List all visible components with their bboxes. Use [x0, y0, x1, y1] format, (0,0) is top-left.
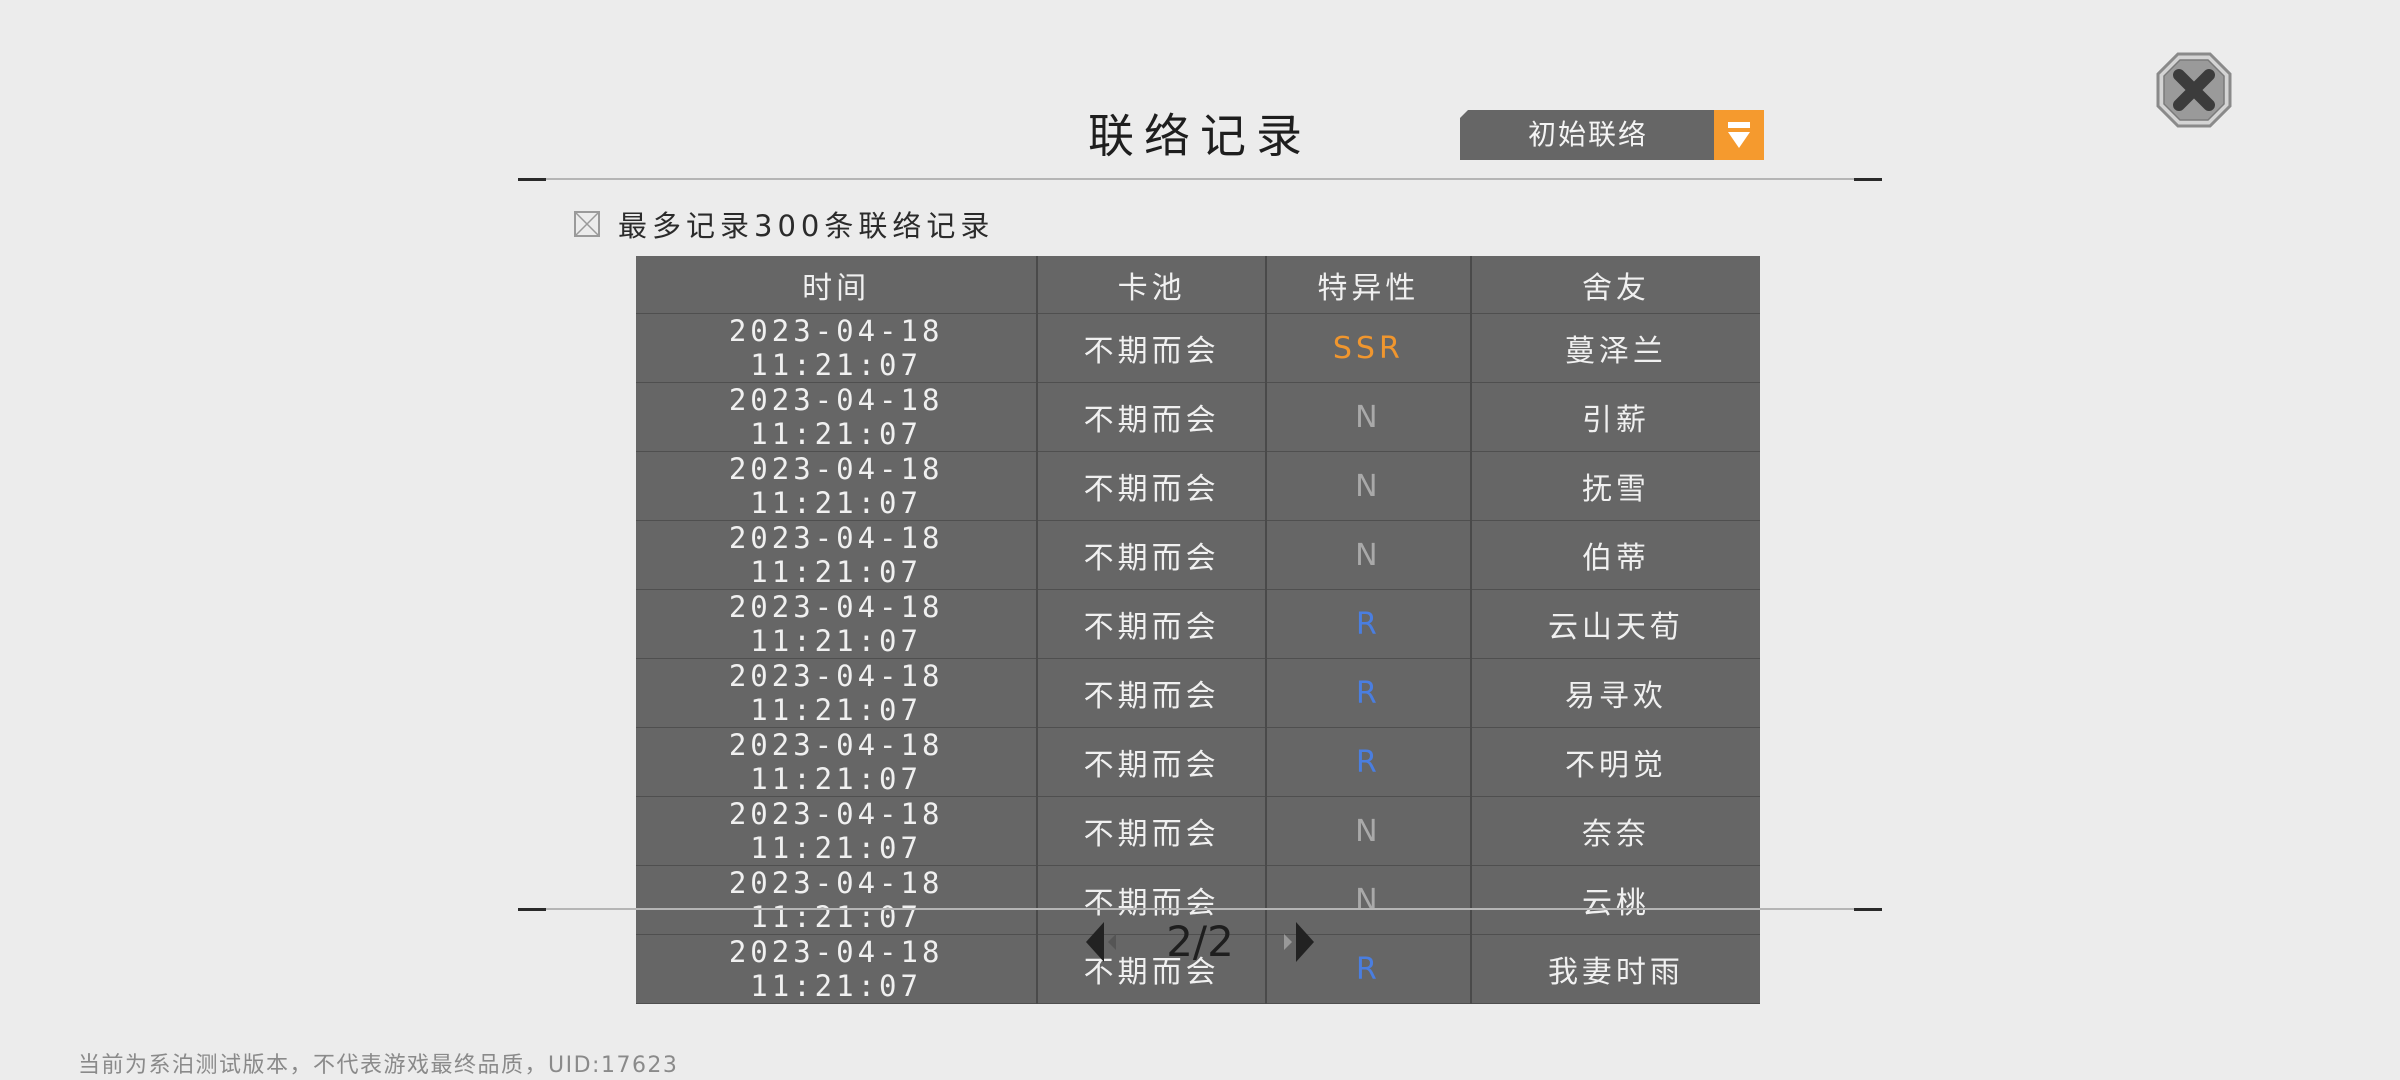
time-cell: 2023-04-18 11:21:07 — [636, 658, 1039, 728]
next-page-icon — [1284, 922, 1314, 962]
roommate-cell: 引薪 — [1470, 382, 1760, 452]
pool-cell: 不期而会 — [1037, 313, 1267, 383]
rarity-cell: R — [1265, 658, 1472, 728]
roommate-cell: 伯蒂 — [1470, 520, 1760, 590]
table-row: 2023-04-18 11:21:07 不期而会 R 不明觉 — [636, 727, 1760, 797]
table-row: 2023-04-18 11:21:07 不期而会 N 抚雪 — [636, 451, 1760, 521]
record-limit-text: 最多记录300条联络记录 — [618, 209, 995, 243]
time-cell: 2023-04-18 11:21:07 — [636, 313, 1039, 383]
top-divider — [518, 178, 1882, 181]
record-limit-note[interactable]: 最多记录300条联络记录 — [574, 204, 994, 244]
chevron-down-icon — [1728, 122, 1750, 148]
time-cell: 2023-04-18 11:21:07 — [636, 589, 1039, 659]
pool-cell: 不期而会 — [1037, 382, 1267, 452]
pool-cell: 不期而会 — [1037, 727, 1267, 797]
bottom-divider — [518, 908, 1882, 911]
divider-cap-left — [518, 908, 546, 911]
next-page-button[interactable] — [1270, 918, 1318, 966]
roommate-cell: 蔓泽兰 — [1470, 313, 1760, 383]
contact-record-table: 时间 卡池 特异性 舍友 2023-04-18 11:21:07 不期而会 SSR 蔓… — [636, 256, 1760, 1004]
rarity-cell: R — [1265, 589, 1472, 659]
version-footer: 当前为系泊测试版本，不代表游戏最终品质，UID:17623 — [78, 1053, 679, 1078]
table-row: 2023-04-18 11:21:07 不期而会 N 引薪 — [636, 382, 1760, 452]
time-cell: 2023-04-18 11:21:07 — [636, 934, 1039, 1004]
pool-cell: 不期而会 — [1037, 589, 1267, 659]
table-row: 2023-04-18 11:21:07 不期而会 R 云山天荀 — [636, 589, 1760, 659]
pool-select-dropdown[interactable]: 初始联络 — [1460, 110, 1764, 160]
rarity-cell: N — [1265, 796, 1472, 866]
pool-cell: 不期而会 — [1037, 520, 1267, 590]
roommate-cell: 抚雪 — [1470, 451, 1760, 521]
rarity-cell: N — [1265, 520, 1472, 590]
table-row: 2023-04-18 11:21:07 不期而会 R 易寻欢 — [636, 658, 1760, 728]
roommate-cell: 云桃 — [1470, 865, 1760, 935]
time-cell: 2023-04-18 11:21:07 — [636, 796, 1039, 866]
divider-cap-right — [1854, 178, 1882, 181]
roommate-cell: 奈奈 — [1470, 796, 1760, 866]
time-cell: 2023-04-18 11:21:07 — [636, 727, 1039, 797]
table-row: 2023-04-18 11:21:07 不期而会 N 奈奈 — [636, 796, 1760, 866]
rarity-cell: N — [1265, 451, 1472, 521]
dropdown-selected-label: 初始联络 — [1527, 118, 1648, 151]
rarity-cell: R — [1265, 727, 1472, 797]
time-cell: 2023-04-18 11:21:07 — [636, 451, 1039, 521]
pool-cell: 不期而会 — [1037, 451, 1267, 521]
pool-cell: 不期而会 — [1037, 658, 1267, 728]
roommate-cell: 易寻欢 — [1470, 658, 1760, 728]
rarity-cell: SSR — [1265, 313, 1472, 383]
header-time: 时间 — [636, 256, 1039, 314]
prev-page-icon — [1086, 922, 1116, 962]
divider-cap-right — [1854, 908, 1882, 911]
time-cell: 2023-04-18 11:21:07 — [636, 865, 1039, 935]
dropdown-toggle[interactable] — [1714, 110, 1764, 160]
roommate-cell: 不明觉 — [1470, 727, 1760, 797]
header-pool: 卡池 — [1037, 256, 1267, 314]
prev-page-button[interactable] — [1082, 918, 1130, 966]
divider-cap-left — [518, 178, 546, 181]
page-title: 联络记录 — [1088, 109, 1312, 163]
table-row: 2023-04-18 11:21:07 不期而会 SSR 蔓泽兰 — [636, 313, 1760, 383]
table-row: 2023-04-18 11:21:07 不期而会 N 伯蒂 — [636, 520, 1760, 590]
time-cell: 2023-04-18 11:21:07 — [636, 520, 1039, 590]
roommate-cell: 我妻时雨 — [1470, 934, 1760, 1004]
pool-cell: 不期而会 — [1037, 796, 1267, 866]
time-cell: 2023-04-18 11:21:07 — [636, 382, 1039, 452]
header-roommate: 舍友 — [1470, 256, 1760, 314]
page-indicator: 2/2 — [1166, 917, 1234, 966]
header-rarity: 特异性 — [1265, 256, 1472, 314]
roommate-cell: 云山天荀 — [1470, 589, 1760, 659]
table-header-row: 时间 卡池 特异性 舍友 — [636, 256, 1760, 314]
checkbox-icon — [574, 211, 600, 237]
rarity-cell: N — [1265, 382, 1472, 452]
